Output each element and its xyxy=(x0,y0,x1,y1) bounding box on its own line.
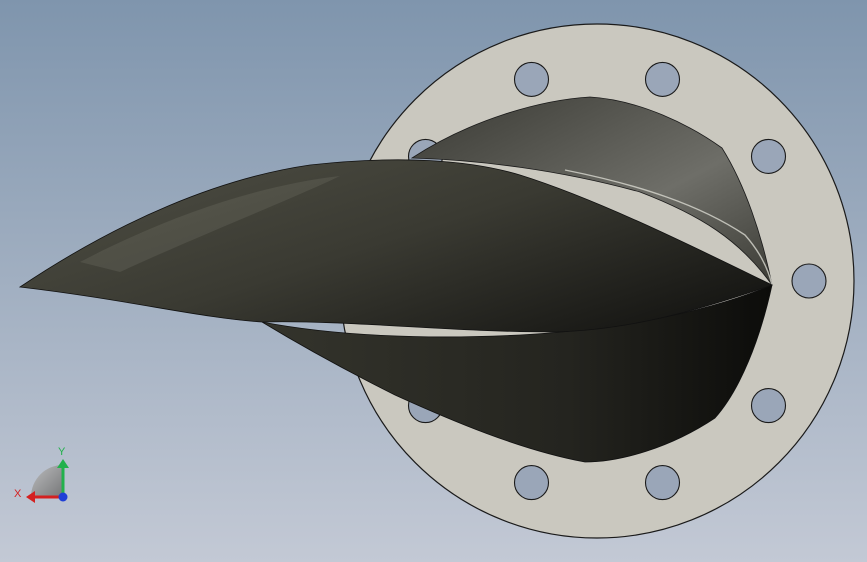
graphics-viewport[interactable]: X Y xyxy=(0,0,867,562)
triad-y-label: Y xyxy=(58,446,66,458)
bolt-hole[interactable] xyxy=(644,465,681,501)
bolt-hole[interactable] xyxy=(644,61,681,97)
bolt-hole[interactable] xyxy=(750,388,787,424)
triad-z-origin-icon xyxy=(58,492,68,502)
bolt-hole[interactable] xyxy=(791,263,827,299)
bolt-hole[interactable] xyxy=(750,138,787,174)
triad-x-label: X xyxy=(14,488,22,500)
bolt-hole[interactable] xyxy=(513,465,550,501)
bolt-hole[interactable] xyxy=(513,61,550,97)
3d-model-view[interactable]: X Y xyxy=(0,0,867,562)
